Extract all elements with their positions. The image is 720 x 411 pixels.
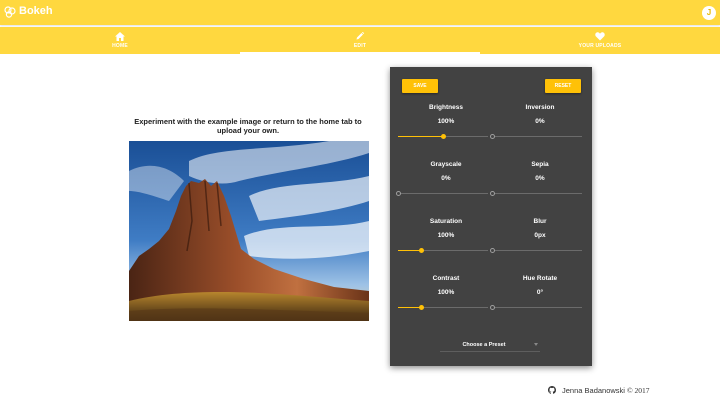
editor-panel: SAVE RESET Brightness 100% Inversion 0% … xyxy=(390,67,592,366)
control-label: Saturation xyxy=(429,218,463,225)
preset-select-label: Choose a Preset xyxy=(462,342,506,348)
slider-thumb[interactable] xyxy=(396,191,401,196)
tab-your-uploads[interactable]: YOUR UPLOADS xyxy=(480,27,720,54)
control-label: Brightness xyxy=(429,104,463,111)
slider-thumb[interactable] xyxy=(490,305,495,310)
brightness-slider[interactable] xyxy=(398,134,488,139)
tab-edit[interactable]: EDIT xyxy=(240,27,480,54)
github-icon[interactable] xyxy=(548,386,556,394)
footer-copyright: © 2017 xyxy=(626,385,650,395)
control-value: 100% xyxy=(437,289,455,296)
rock-landscape-image xyxy=(129,141,369,321)
reset-button[interactable]: RESET xyxy=(545,79,581,93)
intro-text: Experiment with the example image or ret… xyxy=(134,117,362,135)
control-value: 0% xyxy=(535,118,545,125)
home-icon xyxy=(115,32,125,41)
tab-home[interactable]: HOME xyxy=(0,27,240,54)
tab-label: HOME xyxy=(112,43,128,49)
heart-icon xyxy=(595,32,605,41)
control-value: 0° xyxy=(536,289,544,296)
example-image xyxy=(129,141,369,321)
preset-select[interactable]: Choose a Preset xyxy=(440,339,540,352)
tab-label: YOUR UPLOADS xyxy=(578,43,622,49)
slider-thumb[interactable] xyxy=(441,134,446,139)
footer-author: Jenna Badanowski xyxy=(562,385,625,395)
slider-thumb[interactable] xyxy=(490,248,495,253)
grayscale-slider[interactable] xyxy=(396,191,488,196)
hue-rotate-slider[interactable] xyxy=(490,305,582,310)
control-value: 100% xyxy=(437,232,455,239)
control-label: Contrast xyxy=(432,275,460,282)
control-label: Blur xyxy=(533,218,547,225)
saturation-slider[interactable] xyxy=(398,248,488,253)
control-value: 0% xyxy=(441,175,451,182)
avatar[interactable]: J xyxy=(702,6,716,20)
bokeh-logo-icon[interactable] xyxy=(4,6,16,18)
chevron-down-icon xyxy=(534,343,538,346)
control-value: 0% xyxy=(535,175,545,182)
blur-slider[interactable] xyxy=(490,248,582,253)
app-bar: Bokeh J xyxy=(0,0,720,25)
nav-tabs: HOME EDIT YOUR UPLOADS xyxy=(0,27,720,54)
contrast-slider[interactable] xyxy=(398,305,488,310)
slider-thumb[interactable] xyxy=(418,248,424,253)
control-value: 0px xyxy=(534,232,546,239)
slider-thumb[interactable] xyxy=(490,191,495,196)
sepia-slider[interactable] xyxy=(490,191,582,196)
control-label: Inversion xyxy=(525,104,555,111)
pencil-icon xyxy=(356,32,365,40)
brand-title[interactable]: Bokeh xyxy=(19,5,53,17)
control-label: Grayscale xyxy=(430,161,462,168)
control-label: Sepia xyxy=(531,161,549,168)
slider-thumb[interactable] xyxy=(490,134,495,139)
control-label: Hue Rotate xyxy=(522,275,558,282)
tab-label: EDIT xyxy=(353,43,367,49)
control-value: 100% xyxy=(437,118,455,125)
slider-thumb[interactable] xyxy=(418,305,424,310)
inversion-slider[interactable] xyxy=(490,134,582,139)
footer: Jenna Badanowski © 2017 xyxy=(548,385,650,395)
save-button[interactable]: SAVE xyxy=(402,79,438,93)
